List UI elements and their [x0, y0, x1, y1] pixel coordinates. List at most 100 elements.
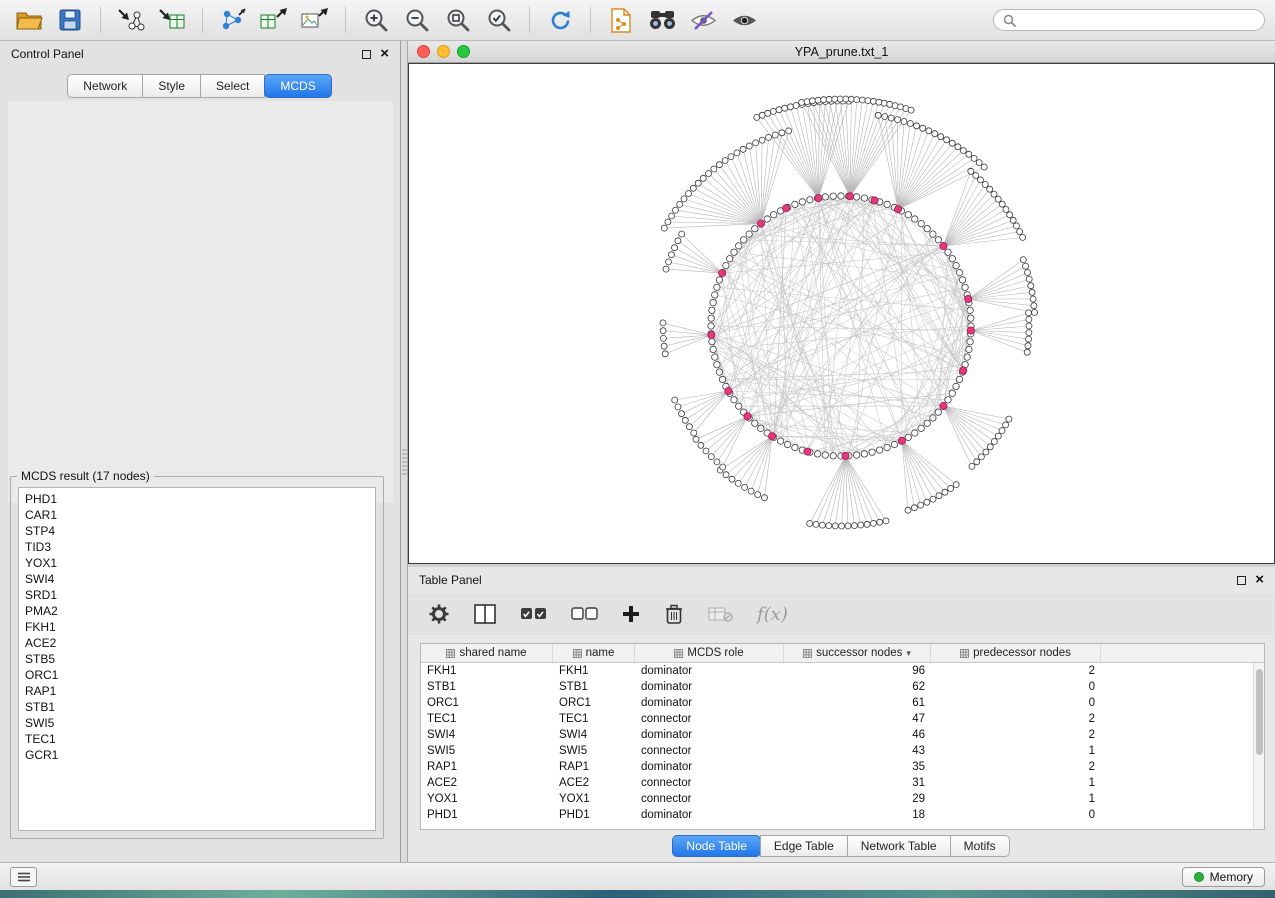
memory-status-icon	[1194, 872, 1204, 882]
import-network-button[interactable]	[112, 3, 150, 37]
result-item[interactable]: RAP1	[25, 683, 369, 699]
result-item[interactable]: ACE2	[25, 635, 369, 651]
result-item[interactable]: SRD1	[25, 587, 369, 603]
float-panel-icon[interactable]	[362, 50, 371, 59]
find-button[interactable]	[643, 3, 681, 37]
table-body: FKH1FKH1dominator962STB1STB1dominator620…	[421, 663, 1264, 823]
tab-edge-table[interactable]: Edge Table	[760, 835, 848, 857]
tab-motifs[interactable]: Motifs	[950, 835, 1010, 857]
show-columns-button[interactable]	[474, 604, 496, 624]
result-item[interactable]: TID3	[25, 539, 369, 555]
checked-boxes-icon	[520, 607, 547, 621]
column-header-shared-name[interactable]: shared name	[421, 644, 553, 662]
result-item[interactable]: PHD1	[25, 491, 369, 507]
open-session-button[interactable]	[10, 3, 48, 37]
column-header-successor-nodes[interactable]: successor nodes▾	[784, 644, 931, 662]
column-header-name[interactable]: name	[553, 644, 635, 662]
tab-network-table[interactable]: Network Table	[847, 835, 951, 857]
delete-table-icon	[708, 606, 733, 623]
table-row[interactable]: ORC1ORC1dominator610	[421, 695, 1264, 711]
mcds-result-list[interactable]: PHD1CAR1STP4TID3YOX1SWI4SRD1PMA2FKH1ACE2…	[18, 487, 376, 831]
deselect-all-columns-button[interactable]	[571, 607, 598, 621]
export-table-icon	[259, 7, 289, 33]
columns-icon	[474, 604, 496, 624]
table-row[interactable]: YOX1YOX1connector291	[421, 791, 1264, 807]
table-settings-button[interactable]	[428, 603, 450, 625]
task-history-button[interactable]	[10, 867, 37, 887]
zoom-selected-button[interactable]	[480, 3, 518, 37]
zoom-in-button[interactable]	[357, 3, 395, 37]
import-table-button[interactable]	[153, 3, 191, 37]
export-table-button[interactable]	[255, 3, 293, 37]
tab-network[interactable]: Network	[67, 74, 143, 98]
tab-node-table[interactable]: Node Table	[672, 835, 761, 857]
network-view[interactable]	[408, 63, 1275, 564]
close-table-panel-icon[interactable]: ×	[1255, 575, 1264, 585]
column-header-mcds-role[interactable]: MCDS role	[635, 644, 784, 662]
result-item[interactable]: GCR1	[25, 747, 369, 763]
table-row[interactable]: PHD1PHD1dominator180	[421, 807, 1264, 823]
unchecked-boxes-icon	[571, 607, 598, 621]
network-file-icon	[609, 7, 633, 34]
network-canvas[interactable]	[409, 64, 1274, 563]
table-row[interactable]: SWI4SWI4dominator462	[421, 727, 1264, 743]
show-details-button[interactable]	[725, 3, 763, 37]
delete-column-button[interactable]	[664, 603, 684, 625]
result-item[interactable]: CAR1	[25, 507, 369, 523]
gear-icon	[428, 603, 450, 625]
search-input[interactable]	[1022, 13, 1255, 27]
vertical-splitter[interactable]	[401, 41, 408, 862]
column-grid-icon	[674, 649, 683, 658]
column-header-predecessor-nodes[interactable]: predecessor nodes	[931, 644, 1101, 662]
minimize-window-button[interactable]	[437, 45, 450, 58]
result-item[interactable]: SWI4	[25, 571, 369, 587]
search-box[interactable]	[993, 9, 1265, 31]
tab-select[interactable]: Select	[200, 74, 265, 98]
save-session-button[interactable]	[51, 3, 89, 37]
search-icon	[1003, 14, 1016, 27]
close-panel-icon[interactable]: ×	[380, 49, 389, 59]
memory-label: Memory	[1210, 870, 1253, 884]
memory-button[interactable]: Memory	[1182, 867, 1265, 887]
result-item[interactable]: FKH1	[25, 619, 369, 635]
export-image-button[interactable]	[296, 3, 334, 37]
table-scrollbar[interactable]	[1253, 663, 1264, 829]
result-item[interactable]: STB1	[25, 699, 369, 715]
network-file-button[interactable]	[602, 3, 640, 37]
table-row[interactable]: RAP1RAP1dominator352	[421, 759, 1264, 775]
result-item[interactable]: STB5	[25, 651, 369, 667]
splitter-grip-icon[interactable]	[402, 449, 407, 475]
filter-button[interactable]	[684, 3, 722, 37]
table-row[interactable]: ACE2ACE2connector311	[421, 775, 1264, 791]
control-panel-title: Control Panel	[11, 47, 84, 61]
update-view-button[interactable]	[541, 3, 579, 37]
scrollbar-thumb[interactable]	[1256, 669, 1263, 755]
table-row[interactable]: TEC1TEC1connector472	[421, 711, 1264, 727]
result-item[interactable]: SWI5	[25, 715, 369, 731]
toolbar-separator	[529, 7, 530, 33]
create-column-button[interactable]	[622, 605, 640, 623]
result-item[interactable]: PMA2	[25, 603, 369, 619]
zoom-out-button[interactable]	[398, 3, 436, 37]
zoom-selected-icon	[486, 7, 513, 34]
maximize-window-button[interactable]	[457, 45, 470, 58]
tab-mcds[interactable]: MCDS	[264, 74, 331, 98]
result-item[interactable]: ORC1	[25, 667, 369, 683]
tab-style[interactable]: Style	[142, 74, 201, 98]
network-titlebar[interactable]: YPA_prune.txt_1	[408, 41, 1275, 63]
result-item[interactable]: TEC1	[25, 731, 369, 747]
delete-table-button	[708, 606, 733, 623]
select-all-columns-button[interactable]	[520, 607, 547, 621]
float-table-panel-icon[interactable]	[1237, 576, 1246, 585]
toolbar-separator	[100, 7, 101, 33]
zoom-fit-button[interactable]	[439, 3, 477, 37]
new-network-button[interactable]	[214, 3, 252, 37]
result-item[interactable]: YOX1	[25, 555, 369, 571]
result-item[interactable]: STP4	[25, 523, 369, 539]
table-row[interactable]: SWI5SWI5connector431	[421, 743, 1264, 759]
toolbar-separator	[590, 7, 591, 33]
close-window-button[interactable]	[417, 45, 430, 58]
toolbar-separator	[345, 7, 346, 33]
table-row[interactable]: STB1STB1dominator620	[421, 679, 1264, 695]
table-row[interactable]: FKH1FKH1dominator962	[421, 663, 1264, 679]
